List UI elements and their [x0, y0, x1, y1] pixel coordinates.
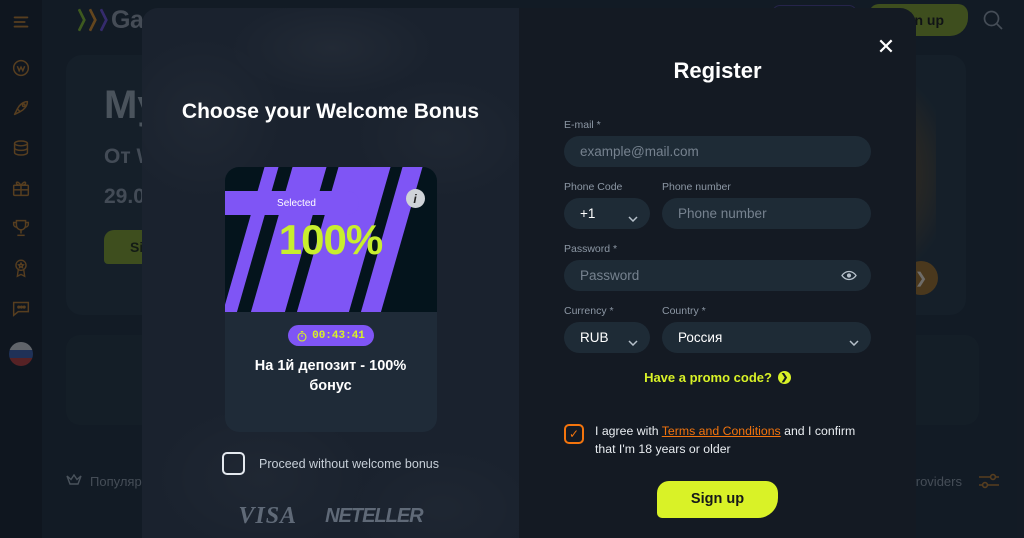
payment-logos: VISA NETELLER	[142, 503, 519, 530]
neteller-logo: NETELLER	[325, 505, 424, 527]
currency-label: Currency *	[564, 305, 614, 317]
bonus-card[interactable]: Selected i 100% ❮ ❯ 00:43:41 На 1й депоз…	[224, 167, 437, 432]
phone-code-label: Phone Code	[564, 181, 623, 193]
promo-code-link[interactable]: Have a promo code? ❯	[564, 370, 871, 385]
phone-number-group: Phone number	[662, 181, 871, 229]
password-label: Password *	[564, 243, 618, 255]
chevron-right-icon: ❯	[777, 371, 791, 384]
info-icon[interactable]: i	[405, 189, 425, 208]
currency-select[interactable]: RUB	[564, 322, 650, 353]
country-label: Country *	[662, 305, 706, 317]
bonus-percent: 100%	[278, 215, 383, 263]
submit-row: Sign up	[519, 480, 916, 518]
register-modal: Choose your Welcome Bonus Selected i 100…	[142, 8, 916, 538]
terms-link[interactable]: Terms and Conditions	[662, 424, 781, 438]
phone-number-label: Phone number	[662, 181, 731, 193]
bonus-panel-title: Choose your Welcome Bonus	[181, 100, 480, 123]
visa-logo: VISA	[238, 503, 298, 529]
register-title: Register	[673, 58, 762, 83]
terms-prefix: I agree with	[595, 424, 662, 438]
phone-number-field[interactable]	[662, 198, 871, 229]
close-icon[interactable]: ✕	[874, 36, 898, 60]
phone-row: Phone Code +1 Phone number	[564, 181, 871, 229]
terms-text: I agree with Terms and Conditions and I …	[595, 423, 871, 459]
eye-icon[interactable]	[841, 268, 857, 283]
terms-checkbox[interactable]: ✓	[564, 424, 584, 444]
currency-country-row: Currency * RUB Country * Россия	[564, 305, 871, 353]
phone-code-group: Phone Code +1	[564, 181, 650, 229]
terms-agreement-row: ✓ I agree with Terms and Conditions and …	[564, 423, 871, 459]
country-group: Country * Россия	[662, 305, 871, 353]
proceed-without-bonus-row[interactable]: Proceed without welcome bonus	[142, 452, 519, 475]
register-form: E-mail * Phone Code +1	[519, 119, 916, 385]
password-field[interactable]	[564, 260, 871, 291]
signup-submit-button[interactable]: Sign up	[656, 480, 779, 518]
email-label: E-mail *	[564, 119, 601, 131]
proceed-checkbox[interactable]	[222, 452, 246, 475]
promo-code-label: Have a promo code?	[644, 370, 772, 385]
stopwatch-icon	[296, 330, 308, 342]
bonus-card-art: Selected i 100%	[224, 167, 437, 312]
bonus-timer: 00:43:41	[287, 325, 374, 346]
bonus-timer-value: 00:43:41	[312, 329, 365, 342]
country-select[interactable]: Россия	[662, 322, 871, 353]
selected-badge: Selected	[224, 191, 359, 215]
phone-code-select[interactable]: +1	[564, 198, 650, 229]
currency-group: Currency * RUB	[564, 305, 650, 353]
proceed-label: Proceed without welcome bonus	[259, 456, 439, 471]
register-panel: ✕ Register E-mail * Phone Code +1	[519, 8, 916, 538]
bonus-description: На 1й депозит - 100% бонус	[254, 358, 407, 394]
app-root: Gam Log in Sign up My От W 29.04 Sig ❮	[0, 0, 1024, 538]
welcome-bonus-panel: Choose your Welcome Bonus Selected i 100…	[142, 8, 519, 538]
email-field[interactable]	[564, 136, 871, 167]
